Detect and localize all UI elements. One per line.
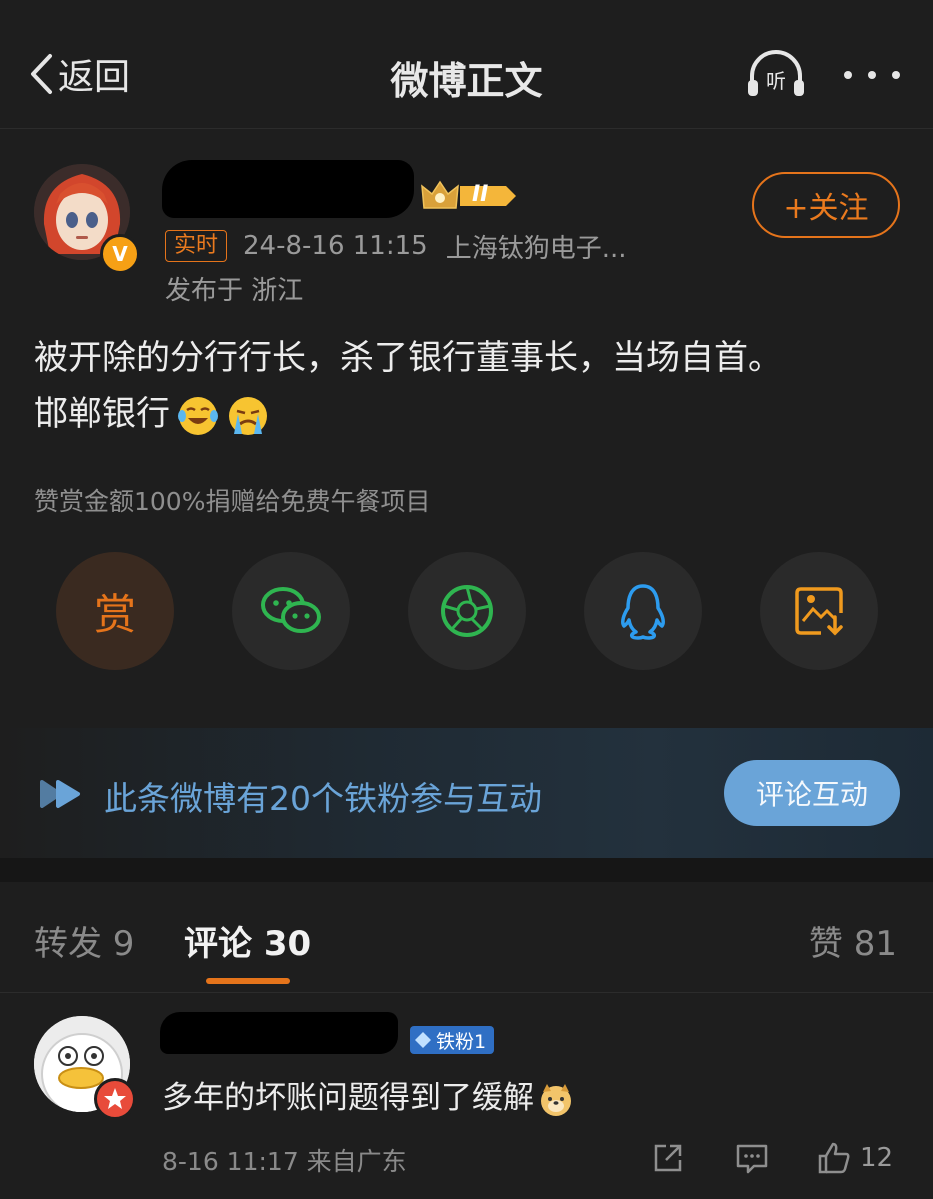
tab-repost[interactable]: 转发 9 [34, 916, 134, 965]
post-text-topic: 邯郸银行 [34, 394, 170, 434]
share-wechat-button[interactable] [232, 552, 350, 670]
post-text-line-2: 邯郸银行 [34, 386, 904, 442]
more-menu-button[interactable] [840, 60, 904, 90]
reward-label: 赏 [93, 589, 136, 639]
more-dots-icon [844, 71, 900, 79]
fan-level-badge: 铁粉1 [410, 1026, 495, 1054]
moments-aperture-icon [441, 585, 493, 637]
post-body: 被开除的分行行长，杀了银行董事长，当场自首。 邯郸银行 [34, 330, 904, 442]
diamond-icon [415, 1032, 431, 1048]
post-source[interactable]: 上海钛狗电子... [446, 228, 627, 265]
tab-comment[interactable]: 评论 30 [184, 916, 311, 965]
comment-text: 多年的坏账问题得到了缓解 [162, 1072, 574, 1118]
image-download-icon [795, 587, 843, 636]
qq-penguin-icon [621, 584, 665, 640]
post-location: 发布于 浙江 [165, 276, 304, 306]
play-arrows-icon [40, 780, 80, 808]
crying-emoji-icon [229, 396, 267, 435]
post-text-line: 被开除的分行行长，杀了银行董事长，当场自首。 [34, 338, 782, 378]
donate-note: 赞赏金额100%捐赠给免费午餐项目 [34, 487, 431, 516]
share-moments-button[interactable] [408, 552, 526, 670]
fan-level-label: 铁粉1 [436, 1030, 487, 1053]
thumbs-up-icon [818, 1142, 850, 1174]
follow-button[interactable]: +关注 [752, 172, 900, 238]
comment-share-button[interactable] [650, 1138, 686, 1178]
level-badge-text: II [472, 182, 489, 207]
post-meta: 实时 24-8-16 11:15 上海钛狗电子... [165, 228, 627, 265]
reward-button[interactable]: 赏 [56, 552, 174, 670]
comment-bubble-icon [736, 1144, 768, 1174]
wechat-icon [261, 587, 321, 633]
banner-text: 此条微博有20个铁粉参与互动 [104, 779, 542, 818]
comment-like-button[interactable]: 12 [816, 1138, 893, 1178]
share-arrow-icon [654, 1144, 682, 1172]
section-divider [0, 858, 933, 882]
headphones-icon: 听 [748, 50, 804, 96]
share-qq-button[interactable] [584, 552, 702, 670]
doge-emoji-icon [541, 1083, 571, 1116]
commenter-name-redacted[interactable] [160, 1012, 398, 1054]
crown-icon [421, 180, 516, 209]
commenter-badge-icon [94, 1078, 136, 1120]
save-image-button[interactable] [760, 552, 878, 670]
listen-button[interactable]: 听 [744, 50, 808, 100]
active-tab-indicator [206, 978, 290, 984]
laughing-tears-emoji-icon [178, 396, 218, 435]
comment-reply-button[interactable] [734, 1138, 770, 1178]
tab-like[interactable]: 赞 81 [809, 916, 897, 965]
comment-text-content: 多年的坏账问题得到了缓解 [162, 1080, 534, 1116]
verified-badge-icon: V [100, 234, 140, 274]
member-crown-badge[interactable]: II [420, 178, 520, 214]
svg-text:听: 听 [766, 69, 786, 93]
comment-meta: 8-16 11:17 来自广东 [162, 1147, 407, 1176]
comment-like-count: 12 [860, 1143, 894, 1173]
tab-divider [0, 992, 933, 993]
post-time: 24-8-16 11:15 [243, 231, 428, 261]
author-name-redacted[interactable] [162, 160, 414, 218]
realtime-tag: 实时 [165, 230, 228, 262]
comment-interact-button[interactable]: 评论互动 [724, 760, 900, 826]
